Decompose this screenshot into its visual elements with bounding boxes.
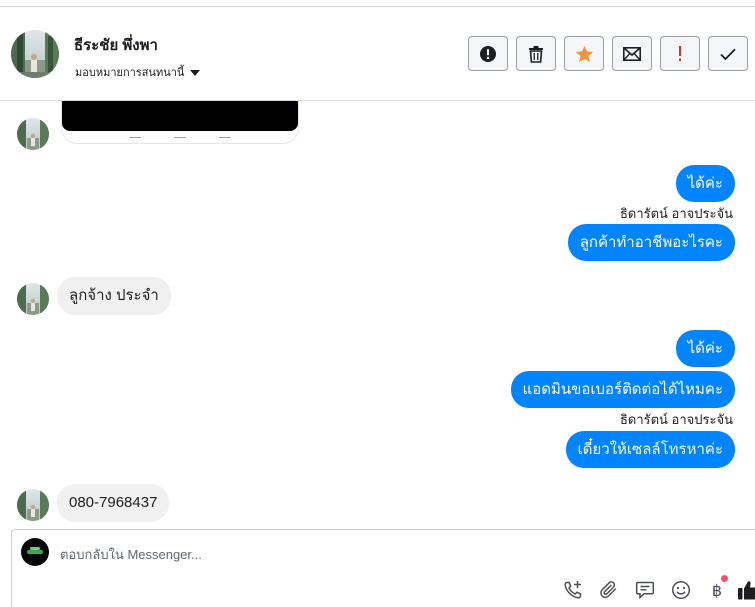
message-outgoing[interactable]: ได้ค่ะ — [675, 330, 735, 367]
media-attachment[interactable] — [61, 101, 299, 144]
assign-label: มอบหมายการสนทนานี้ — [75, 67, 185, 79]
mark-unread-button[interactable] — [612, 36, 652, 71]
contact-avatar[interactable] — [11, 30, 59, 78]
star-button[interactable] — [564, 36, 604, 71]
caret-down-icon — [190, 69, 201, 76]
spam-button[interactable] — [468, 36, 508, 71]
conversation-actions — [468, 36, 748, 71]
exclamation-icon — [679, 45, 681, 61]
follow-up-button[interactable] — [660, 36, 700, 71]
baht-icon: ฿ — [711, 580, 723, 600]
message-outgoing[interactable]: แอดมินขอเบอร์ติดต่อได้ไหมคะ — [510, 371, 735, 408]
message-outgoing[interactable]: เดี๋ยวให้เซลล์โทรหาค่ะ — [565, 431, 735, 468]
emoji-button[interactable] — [663, 578, 699, 602]
exclamation-circle-icon — [480, 45, 496, 62]
saved-reply-icon — [635, 581, 655, 600]
composer-toolbar: ฿ — [555, 575, 755, 602]
reply-input[interactable] — [60, 544, 700, 564]
thumbs-up-icon — [738, 581, 755, 600]
star-icon — [575, 45, 593, 62]
message-incoming[interactable]: 080-7968437 — [57, 484, 170, 522]
payment-button[interactable]: ฿ — [699, 575, 735, 602]
trash-icon — [529, 45, 543, 63]
page-avatar — [21, 538, 49, 566]
attach-file-button[interactable] — [591, 578, 627, 602]
emoji-icon — [671, 580, 691, 600]
sender-name: ธิดารัตน์ อาจประจัน — [619, 206, 733, 221]
message-outgoing[interactable]: ได้ค่ะ — [675, 165, 735, 202]
notification-dot — [721, 575, 728, 582]
contact-avatar-small — [17, 118, 49, 150]
mark-done-button[interactable] — [708, 36, 748, 71]
add-call-icon — [564, 581, 582, 599]
like-button[interactable] — [735, 578, 755, 602]
contact-avatar-small — [17, 489, 49, 521]
delete-button[interactable] — [516, 36, 556, 71]
message-incoming[interactable]: ลูกจ้าง ประจำ — [57, 277, 171, 315]
message-outgoing[interactable]: ลูกค้าทำอาชีพอะไรคะ — [567, 224, 735, 261]
contact-avatar-small — [17, 283, 49, 315]
reply-composer: ฿ — [11, 529, 755, 607]
contact-name[interactable]: ธีระชัย พึ่งพา — [74, 33, 158, 57]
conversation-header: ธีระชัย พึ่งพา มอบหมายการสนทนานี้ — [0, 7, 755, 101]
assign-conversation-dropdown[interactable]: มอบหมายการสนทนานี้ — [75, 63, 201, 81]
envelope-icon — [623, 46, 641, 61]
check-icon — [720, 48, 736, 60]
screenshot-image — [62, 101, 298, 131]
sender-name: ธิดารัตน์ อาจประจัน — [619, 412, 733, 427]
paperclip-icon — [600, 581, 617, 599]
message-thread[interactable]: ได้ค่ะ ธิดารัตน์ อาจประจัน ลูกค้าทำอาชีพ… — [0, 101, 755, 529]
add-call-button[interactable] — [555, 578, 591, 602]
saved-reply-button[interactable] — [627, 578, 663, 602]
